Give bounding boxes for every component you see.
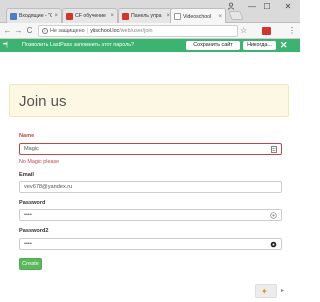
password-label: Password: [19, 200, 46, 206]
password-key-icon[interactable]: [270, 212, 277, 219]
address-separator: |: [86, 28, 89, 34]
address-bar[interactable]: i Не защищено | yiischool.loc/web/user/j…: [38, 25, 238, 37]
corner-widget[interactable]: ✦: [255, 284, 277, 298]
security-label: Не защищено: [50, 28, 85, 34]
password-input[interactable]: ••••: [19, 209, 282, 221]
minimize-button[interactable]: —: [246, 2, 258, 12]
scroll-arrow-icon[interactable]: ▸: [281, 287, 284, 294]
name-error-message: No Magic please: [19, 159, 60, 165]
password-input-value: ••••: [24, 212, 32, 218]
profile-icon[interactable]: [227, 2, 235, 10]
window-close-button[interactable]: ✕: [282, 2, 294, 12]
reload-button[interactable]: C: [25, 26, 34, 36]
lastpass-never-button[interactable]: Никогда...: [243, 41, 276, 50]
create-button[interactable]: Create: [19, 258, 42, 270]
forward-button[interactable]: →: [14, 26, 23, 36]
tab-cf-training[interactable]: CF обучение ×: [62, 8, 118, 23]
back-button[interactable]: ←: [3, 26, 12, 36]
password-key-icon[interactable]: [270, 241, 277, 248]
site-favicon-icon: [66, 12, 73, 20]
name-label: Name: [19, 133, 35, 139]
password2-label: Password2: [19, 228, 49, 234]
lastpass-save-button[interactable]: Сохранить сайт: [186, 41, 240, 50]
page-header: Join us: [9, 84, 289, 117]
email-label: Email: [19, 172, 34, 178]
tab-strip: Входящие - "Сп × CF обучение × Панель уп…: [0, 0, 300, 24]
tab-label: CF обучение: [75, 13, 106, 19]
browser-menu-icon[interactable]: ⋮: [288, 26, 296, 36]
tab-control-panel[interactable]: Панель упра ×: [118, 8, 174, 23]
tab-videoschool[interactable]: Videoschool ×: [170, 8, 226, 24]
tab-label: Videoschool: [183, 13, 212, 20]
autofill-icon[interactable]: [271, 146, 277, 153]
url-host: yiischool.loc: [90, 28, 120, 34]
document-favicon-icon: [174, 13, 181, 20]
extension-icon[interactable]: [262, 27, 271, 35]
email-input-value: vev678@yandex.ru: [24, 184, 73, 190]
email-input[interactable]: vev678@yandex.ru: [19, 181, 282, 193]
browser-toolbar: ← → C i Не защищено | yiischool.loc/web/…: [0, 23, 300, 39]
lastpass-bar: •••| Позволить LastPass запомнить этот п…: [0, 39, 300, 52]
name-input-value: Magic: [24, 146, 39, 152]
name-input[interactable]: Magic: [19, 143, 282, 155]
maximize-button[interactable]: ☐: [261, 2, 273, 12]
site-favicon-icon: [122, 12, 129, 20]
bookmark-star-icon[interactable]: ☆: [240, 26, 247, 36]
tab-label: Входящие - "Сп: [19, 13, 52, 19]
tab-inbox[interactable]: Входящие - "Сп ×: [6, 8, 62, 23]
password2-input-value: ••••: [24, 241, 32, 247]
mail-favicon-icon: [10, 12, 17, 20]
lastpass-logo: •••|: [3, 42, 8, 48]
lastpass-prompt: Позволить LastPass запомнить этот пароль…: [22, 42, 135, 48]
info-icon[interactable]: i: [42, 28, 48, 34]
url-text[interactable]: yiischool.loc/web/user/join: [90, 28, 152, 34]
tab-close-icon[interactable]: ×: [110, 13, 114, 19]
yii-logo-icon: ✦: [261, 287, 268, 296]
tab-label: Панель упра: [131, 13, 162, 19]
page-title: Join us: [19, 93, 67, 110]
lastpass-close-icon[interactable]: ✕: [280, 40, 288, 50]
new-tab-button[interactable]: [228, 11, 244, 20]
password2-input[interactable]: ••••: [19, 238, 282, 250]
url-path: /web/user/join: [119, 28, 153, 34]
tab-close-icon[interactable]: ×: [218, 14, 222, 20]
tab-close-icon[interactable]: ×: [54, 13, 58, 19]
